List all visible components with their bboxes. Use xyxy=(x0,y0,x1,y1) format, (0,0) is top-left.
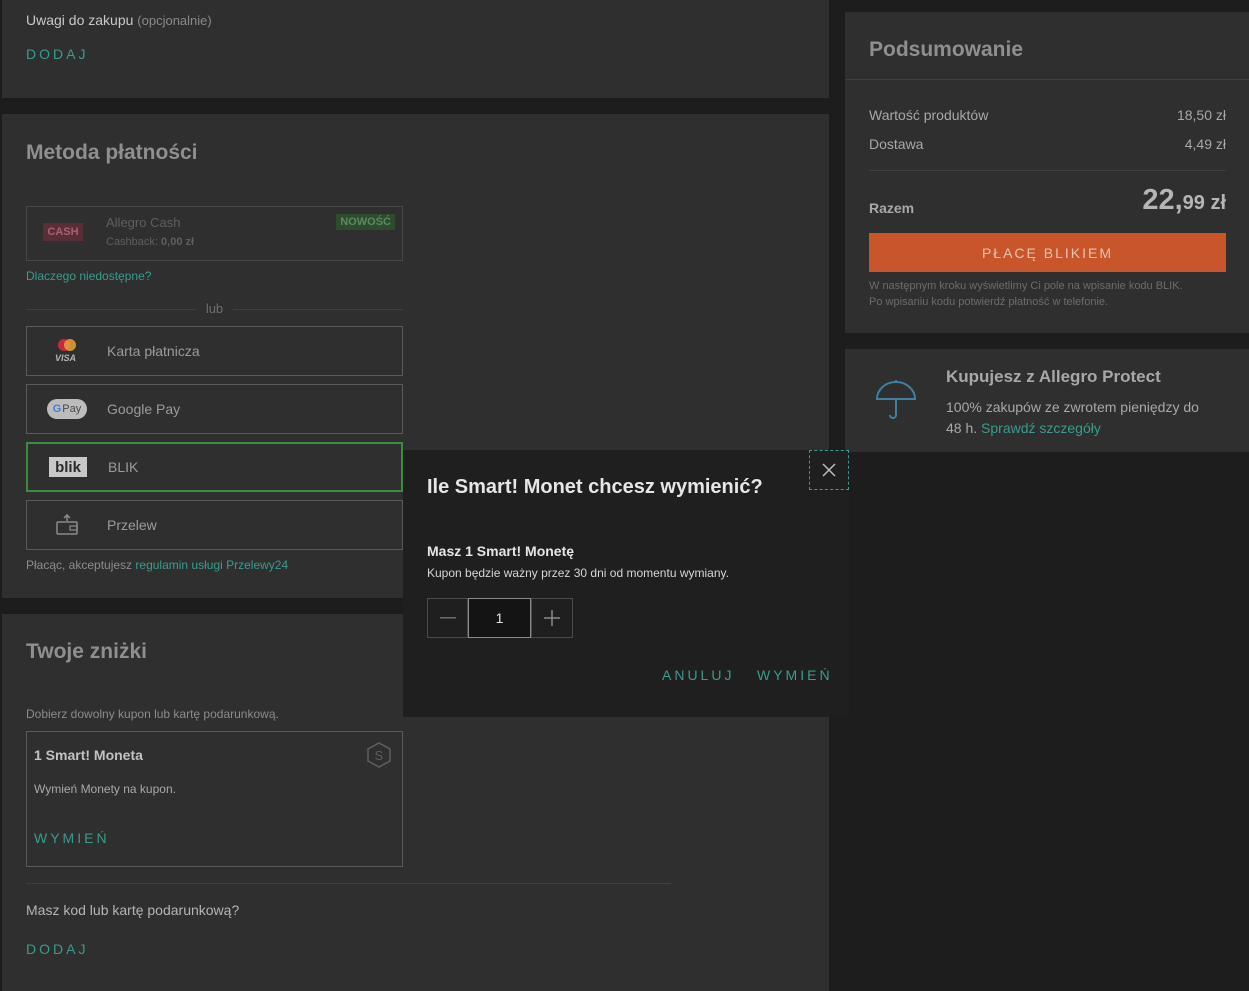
smart-coin-exchange-button[interactable]: WYMIEŃ xyxy=(34,830,110,846)
smart-coin-card: 1 Smart! Moneta S Wymień Monety na kupon… xyxy=(26,731,403,867)
card-icon: VISA xyxy=(27,338,107,364)
delivery-label: Dostawa xyxy=(869,136,924,152)
payment-option-transfer[interactable]: Przelew xyxy=(26,500,403,550)
products-label: Wartość produktów xyxy=(869,107,989,123)
or-label: lub xyxy=(205,301,224,316)
notes-title: Uwagi do zakupu xyxy=(26,12,134,28)
protect-text-line2: 48 h. xyxy=(946,420,978,436)
payment-option-label: Przelew xyxy=(107,517,157,533)
payment-option-google-pay[interactable]: G Pay Google Pay xyxy=(26,384,403,434)
pay-note-line1: W następnym kroku wyświetlimy Ci pole na… xyxy=(869,280,1183,292)
protect-title: Kupujesz z Allegro Protect xyxy=(946,367,1161,386)
terms-link[interactable]: regulamin usługi Przelewy24 xyxy=(135,558,288,572)
quantity-stepper: 1 xyxy=(427,598,573,638)
terms-prefix: Płacąc, akceptujesz xyxy=(26,558,133,572)
cashback-value: 0,00 zł xyxy=(161,236,195,248)
modal-cancel-button[interactable]: ANULUJ xyxy=(662,667,734,683)
cashback-label: Cashback: xyxy=(106,236,158,248)
discounts-title: Twoje zniżki xyxy=(26,640,147,663)
protect-text: 100% zakupów ze zwrotem pieniędzy do 48 … xyxy=(946,397,1199,439)
cash-badge: CASH xyxy=(43,223,83,241)
code-question: Masz kod lub kartę podarunkową? xyxy=(26,902,240,918)
pay-note-line2: Po wpisaniu kodu potwierdź płatność w te… xyxy=(869,296,1109,308)
total-label: Razem xyxy=(869,200,915,216)
products-value: 18,50 zł xyxy=(1176,107,1226,123)
blik-text: blik xyxy=(49,457,87,477)
payment-option-blik[interactable]: blik BLIK xyxy=(26,442,403,492)
umbrella-icon xyxy=(875,379,917,426)
discounts-hint: Dobierz dowolny kupon lub kartę podarunk… xyxy=(26,707,279,721)
modal-title: Ile Smart! Monet chcesz wymienić? xyxy=(427,476,763,498)
summary-divider xyxy=(869,170,1226,171)
code-add-button[interactable]: DODAJ xyxy=(26,941,88,957)
increment-button[interactable] xyxy=(531,598,573,638)
notes-add-button[interactable]: DODAJ xyxy=(26,46,88,62)
or-divider: lub xyxy=(26,301,403,316)
gpay-text: Pay xyxy=(62,403,82,415)
plus-icon xyxy=(544,610,560,626)
modal-close-button[interactable] xyxy=(809,450,849,490)
payment-title: Metoda płatności xyxy=(26,141,198,164)
smart-coin-letter: S xyxy=(375,748,384,763)
wallet-icon xyxy=(27,514,107,536)
modal-info: Kupon będzie ważny przez 30 dni od momen… xyxy=(427,566,729,580)
modal-confirm-button[interactable]: WYMIEŃ xyxy=(757,667,833,683)
notes-optional: (opcjonalnie) xyxy=(137,13,212,28)
summary-top-divider xyxy=(845,79,1249,80)
exchange-coins-modal: Ile Smart! Monet chcesz wymienić? Masz 1… xyxy=(403,450,849,717)
terms-text: Płacąc, akceptujesz regulamin usługi Prz… xyxy=(26,558,288,572)
quantity-input[interactable]: 1 xyxy=(468,598,531,638)
smart-coin-desc: Wymień Monety na kupon. xyxy=(34,782,176,796)
pay-note: W następnym kroku wyświetlimy Ci pole na… xyxy=(869,278,1183,310)
notes-heading: Uwagi do zakupu (opcjonalnie) xyxy=(26,12,212,28)
visa-text: VISA xyxy=(55,353,77,363)
total-int: 22, xyxy=(1142,184,1183,216)
payment-option-label: Karta płatnicza xyxy=(107,343,200,359)
cashback-line: Cashback: 0,00 zł xyxy=(106,236,194,248)
total-dec: 99 zł xyxy=(1182,192,1226,214)
new-badge: NOWOŚĆ xyxy=(336,214,395,230)
allegro-cash-name: Allegro Cash xyxy=(106,215,181,230)
decrement-button[interactable] xyxy=(427,598,468,638)
payment-option-label: Google Pay xyxy=(107,401,181,417)
payment-option-label: BLIK xyxy=(108,459,139,475)
smart-coin-icon: S xyxy=(366,742,392,773)
notes-section: Uwagi do zakupu (opcjonalnie) DODAJ xyxy=(2,0,829,98)
protect-text-line1: 100% zakupów ze zwrotem pieniędzy do xyxy=(946,399,1199,415)
allegro-cash-option: CASH Allegro Cash Cashback: 0,00 zł NOWO… xyxy=(26,206,403,261)
modal-subtitle: Masz 1 Smart! Monetę xyxy=(427,543,575,559)
divider-line-right xyxy=(233,309,403,310)
delivery-value: 4,49 zł xyxy=(1184,136,1226,152)
why-unavailable-link[interactable]: Dlaczego niedostępne? xyxy=(26,269,151,283)
divider-line-left xyxy=(26,309,196,310)
total-value: 22,99 zł xyxy=(1142,184,1226,217)
summary-section: Podsumowanie Wartość produktów 18,50 zł … xyxy=(845,12,1249,333)
minus-icon xyxy=(439,617,456,619)
google-pay-icon: G Pay xyxy=(27,399,107,419)
discounts-divider xyxy=(26,883,671,884)
protect-details-link[interactable]: Sprawdź szczegóły xyxy=(981,420,1101,436)
smart-coin-title: 1 Smart! Moneta xyxy=(34,747,143,763)
pay-blik-button[interactable]: PŁACĘ BLIKIEM xyxy=(869,233,1226,272)
allegro-protect-section: Kupujesz z Allegro Protect 100% zakupów … xyxy=(845,349,1249,452)
payment-option-card[interactable]: VISA Karta płatnicza xyxy=(26,326,403,376)
summary-title: Podsumowanie xyxy=(869,38,1024,61)
close-icon xyxy=(822,463,836,477)
blik-icon: blik xyxy=(28,457,108,477)
